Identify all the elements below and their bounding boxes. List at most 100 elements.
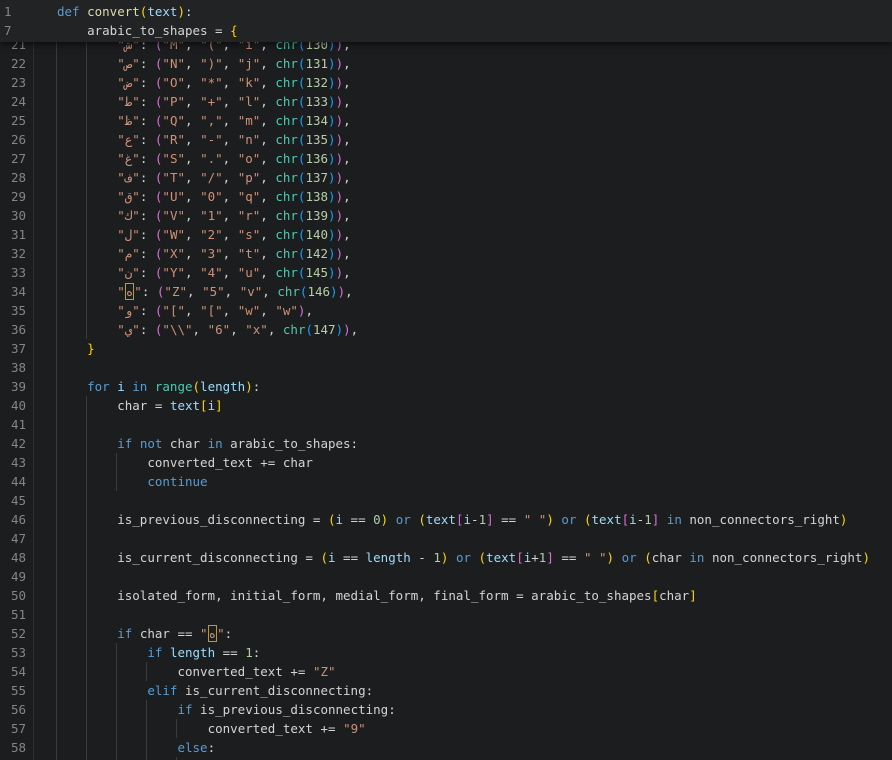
code-line[interactable]: 50 isolated_form, initial_form, medial_fo… bbox=[0, 586, 892, 605]
code-line[interactable]: 52 if char == "ه": bbox=[0, 624, 892, 643]
code-text: "ظ": ("Q", ",", "m", chr(134)), bbox=[57, 111, 350, 130]
line-number[interactable]: 25 bbox=[0, 111, 26, 130]
token: is_previous_disconnecting: bbox=[192, 702, 396, 717]
line-number[interactable]: 27 bbox=[0, 149, 26, 168]
token: chr bbox=[275, 75, 298, 90]
token: ")" bbox=[200, 56, 223, 71]
token: arabic_to_shapes bbox=[87, 23, 216, 38]
line-number[interactable]: 30 bbox=[0, 206, 26, 225]
code-line[interactable]: 45 bbox=[0, 491, 892, 510]
line-number[interactable]: 39 bbox=[0, 377, 26, 396]
code-line[interactable]: 27 "غ": ("S", ".", "o", chr(136)), bbox=[0, 149, 892, 168]
line-number[interactable]: 43 bbox=[0, 453, 26, 472]
line-number[interactable]: 54 bbox=[0, 662, 26, 681]
line-number[interactable]: 37 bbox=[0, 339, 26, 358]
token: : bbox=[139, 265, 155, 280]
line-number[interactable]: 24 bbox=[0, 92, 26, 111]
code-line[interactable]: 23 "ض": ("O", "*", "k", chr(132)), bbox=[0, 73, 892, 92]
code-line[interactable]: 57 converted_text += "9" bbox=[0, 719, 892, 738]
sticky-line[interactable]: 7 arabic_to_shapes = { bbox=[0, 21, 892, 40]
token: ) bbox=[328, 56, 336, 71]
line-number[interactable]: 36 bbox=[0, 320, 26, 339]
line-number[interactable]: 55 bbox=[0, 681, 26, 700]
code-line[interactable]: 24 "ط": ("P", "+", "l", chr(133)), bbox=[0, 92, 892, 111]
code-line[interactable]: 37} bbox=[0, 339, 892, 358]
code-line[interactable]: 41 bbox=[0, 415, 892, 434]
code-line[interactable]: 34 "ه": ("Z", "5", "v", chr(146)), bbox=[0, 282, 892, 301]
line-number[interactable]: 34 bbox=[0, 282, 26, 301]
token: , bbox=[260, 227, 276, 242]
line-number[interactable]: 53 bbox=[0, 643, 26, 662]
code-line[interactable]: 55 elif is_current_disconnecting: bbox=[0, 681, 892, 700]
code-line[interactable]: 25 "ظ": ("Q", ",", "m", chr(134)), bbox=[0, 111, 892, 130]
line-number[interactable]: 50 bbox=[0, 586, 26, 605]
sticky-scroll-header[interactable]: 1 def convert(text): 7 arabic_to_shapes = { bbox=[0, 0, 892, 42]
code-line[interactable]: 47 bbox=[0, 529, 892, 548]
code-line[interactable]: 28 "ف": ("T", "/", "p", chr(137)), bbox=[0, 168, 892, 187]
code-line[interactable]: 44 continue bbox=[0, 472, 892, 491]
code-line[interactable]: 53 if length == 1: bbox=[0, 643, 892, 662]
code-line[interactable]: 30 "ك": ("V", "1", "r", chr(139)), bbox=[0, 206, 892, 225]
code-line[interactable]: 22 "ص": ("N", ")", "j", chr(131)), bbox=[0, 54, 892, 73]
code-line[interactable]: 42 if not char in arabic_to_shapes: bbox=[0, 434, 892, 453]
line-number[interactable]: 28 bbox=[0, 168, 26, 187]
code-line[interactable]: 35 "و": ("[", "[", "w", "w"), bbox=[0, 301, 892, 320]
token: , bbox=[185, 151, 201, 166]
token: 132 bbox=[305, 75, 329, 90]
line-number[interactable]: 26 bbox=[0, 130, 26, 149]
code-line[interactable]: 58 else: bbox=[0, 738, 892, 757]
line-number[interactable]: 48 bbox=[0, 548, 26, 567]
line-number[interactable]: 57 bbox=[0, 719, 26, 738]
line-number[interactable]: 7 bbox=[0, 21, 26, 40]
code-line[interactable]: 43 converted_text += char bbox=[0, 453, 892, 472]
line-number[interactable]: 45 bbox=[0, 491, 26, 510]
line-number[interactable]: 1 bbox=[0, 2, 26, 21]
code-line[interactable]: 49 bbox=[0, 567, 892, 586]
line-number[interactable]: 31 bbox=[0, 225, 26, 244]
line-number[interactable]: 51 bbox=[0, 605, 26, 624]
code-line[interactable]: 31 "ل": ("W", "2", "s", chr(140)), bbox=[0, 225, 892, 244]
code-line[interactable]: 26 "ع": ("R", "-", "n", chr(135)), bbox=[0, 130, 892, 149]
code-line[interactable]: 39 for i in range(length): bbox=[0, 377, 892, 396]
line-number[interactable]: 35 bbox=[0, 301, 26, 320]
code-line[interactable]: 33 "ن": ("Y", "4", "u", chr(145)), bbox=[0, 263, 892, 282]
occurrence-highlight: ه bbox=[124, 283, 135, 300]
token: ] bbox=[486, 512, 494, 527]
code-line[interactable]: 46 is_previous_disconnecting = (i == 0) o… bbox=[0, 510, 892, 529]
token: : bbox=[139, 75, 155, 90]
code-line[interactable]: 38 bbox=[0, 358, 892, 377]
line-number[interactable]: 44 bbox=[0, 472, 26, 491]
line-number[interactable]: 33 bbox=[0, 263, 26, 282]
token: , bbox=[185, 265, 201, 280]
code-line[interactable]: 36 "ي": ("\\", "6", "x", chr(147)), bbox=[0, 320, 892, 339]
line-number[interactable]: 38 bbox=[0, 358, 26, 377]
line-number[interactable]: 49 bbox=[0, 567, 26, 586]
code-text: if length == 1: bbox=[57, 643, 260, 662]
token: ) bbox=[328, 246, 336, 261]
line-number[interactable]: 41 bbox=[0, 415, 26, 434]
line-number[interactable]: 23 bbox=[0, 73, 26, 92]
code-line[interactable]: 40 char = text[i] bbox=[0, 396, 892, 415]
line-number[interactable]: 32 bbox=[0, 244, 26, 263]
sticky-line[interactable]: 1 def convert(text): bbox=[0, 2, 892, 21]
token: in bbox=[207, 436, 223, 451]
line-number[interactable]: 47 bbox=[0, 529, 26, 548]
line-number[interactable]: 29 bbox=[0, 187, 26, 206]
line-number[interactable]: 46 bbox=[0, 510, 26, 529]
line-number[interactable]: 42 bbox=[0, 434, 26, 453]
code-line[interactable]: 29 "ق": ("U", "0", "q", chr(138)), bbox=[0, 187, 892, 206]
code-line[interactable]: 56 if is_previous_disconnecting: bbox=[0, 700, 892, 719]
line-number[interactable]: 22 bbox=[0, 54, 26, 73]
token: chr bbox=[275, 170, 298, 185]
code-text: "ه": ("Z", "5", "v", chr(146)), bbox=[57, 282, 353, 301]
line-number[interactable]: 52 bbox=[0, 624, 26, 643]
line-number[interactable]: 56 bbox=[0, 700, 26, 719]
code-editor[interactable]: 21 "ش": ("M", "(", "i", chr(130)), 22 "ص": … bbox=[0, 0, 892, 760]
code-line[interactable]: 54 converted_text += "Z" bbox=[0, 662, 892, 681]
line-number[interactable]: 58 bbox=[0, 738, 26, 757]
line-number[interactable]: 40 bbox=[0, 396, 26, 415]
token: length bbox=[365, 550, 411, 565]
code-line[interactable]: 48 is_current_disconnecting = (i == lengt… bbox=[0, 548, 892, 567]
code-line[interactable]: 51 bbox=[0, 605, 892, 624]
code-line[interactable]: 32 "م": ("X", "3", "t", chr(142)), bbox=[0, 244, 892, 263]
